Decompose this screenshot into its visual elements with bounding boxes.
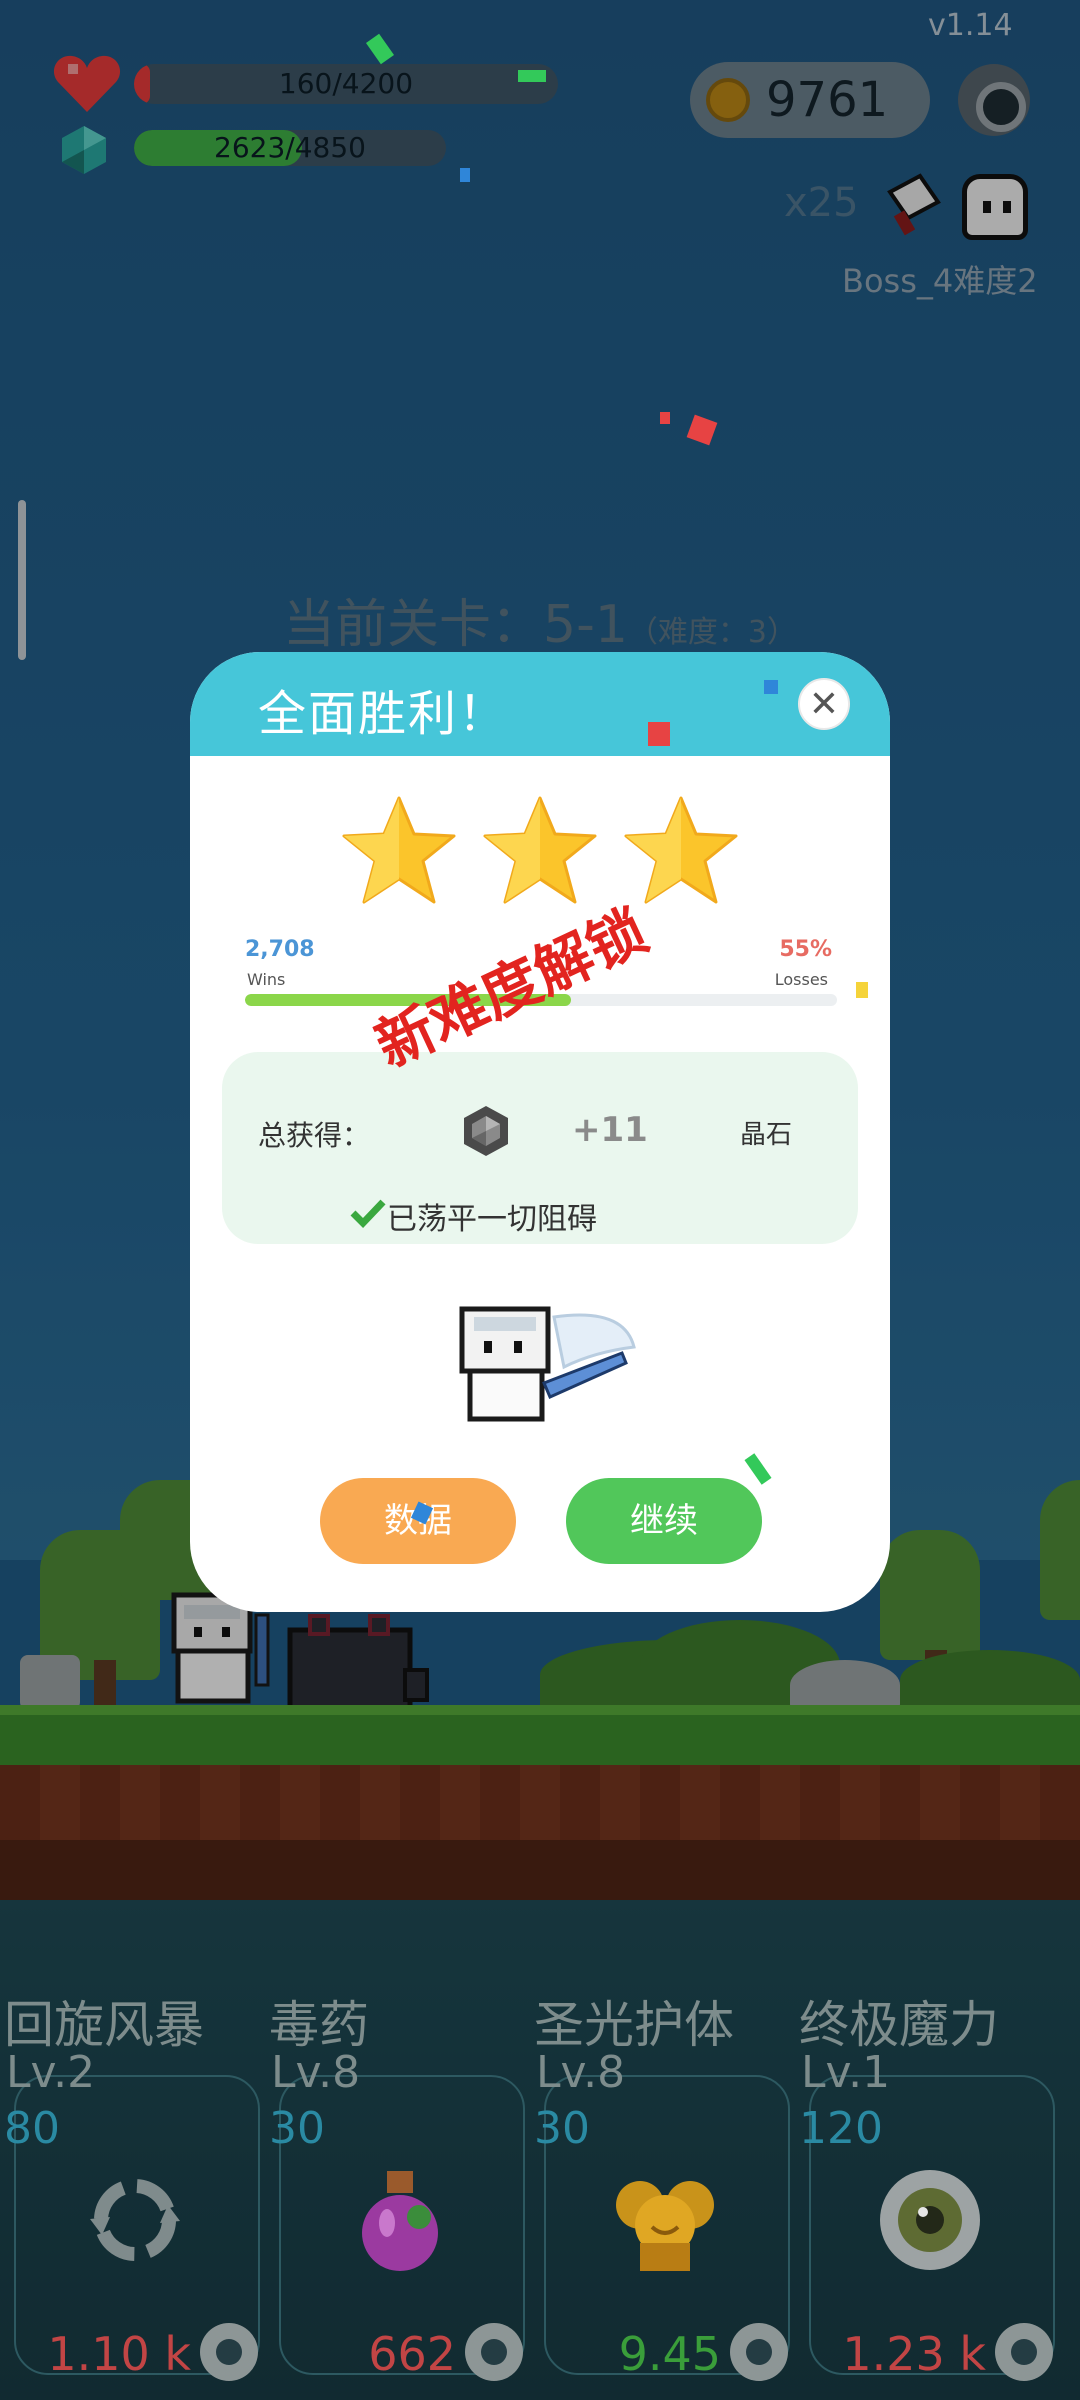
hero-winged-sprite — [459, 1306, 636, 1422]
skill-level: Lv.8 — [271, 2047, 361, 2098]
victory-dialog: 全面胜利！ ✕ 2,708 Wins 55% Losses 总获得： +11 晶… — [190, 652, 890, 1612]
confetti — [648, 722, 670, 746]
dialog-header: 全面胜利！ ✕ — [190, 652, 890, 756]
confetti — [764, 680, 778, 694]
losses-label: Losses — [774, 970, 828, 989]
close-button[interactable]: ✕ — [798, 678, 850, 730]
star-rating — [340, 794, 740, 914]
skill-value: 9.45 — [618, 2327, 721, 2381]
skill-slot-1[interactable]: 回旋风暴 Lv.2 80 1.10 k — [0, 1975, 265, 2400]
check-icon — [350, 1199, 386, 1228]
reward-unit: 晶石 — [740, 1120, 793, 1150]
confetti — [460, 168, 470, 182]
continue-button[interactable]: 继续 — [566, 1478, 762, 1564]
reward-amount: +11 — [572, 1110, 648, 1150]
confetti — [518, 70, 546, 82]
wins-label: Wins — [247, 970, 286, 989]
skill-slot-3[interactable]: 圣光护体 Lv.8 30 9.45 — [530, 1975, 795, 2400]
ultimate-eye-icon — [880, 2170, 980, 2270]
skill-cost: 120 — [799, 2103, 883, 2154]
skill-cost: 30 — [534, 2103, 590, 2154]
skill-upgrade-gear-icon[interactable] — [730, 2323, 788, 2381]
skill-level: Lv.8 — [536, 2047, 626, 2098]
skill-slot-2[interactable]: 毒药 Lv.8 30 662 — [265, 1975, 530, 2400]
whirlwind-icon — [90, 2179, 180, 2261]
skill-slot-4[interactable]: 终极魔力 Lv.1 120 1.23 k — [795, 1975, 1060, 2400]
gem-icon — [464, 1106, 508, 1156]
skill-level: Lv.2 — [6, 2047, 96, 2098]
confetti — [660, 412, 670, 424]
holy-light-icon — [616, 2181, 714, 2271]
skill-upgrade-gear-icon[interactable] — [200, 2323, 258, 2381]
wins-value: 2,708 — [245, 937, 315, 962]
star-icon — [624, 796, 738, 904]
clear-message: 已荡平一切阻碍 — [387, 1202, 597, 1237]
close-icon: ✕ — [808, 684, 840, 725]
confetti — [856, 982, 868, 998]
skill-upgrade-gear-icon[interactable] — [465, 2323, 523, 2381]
skill-cost: 30 — [269, 2103, 325, 2154]
skill-value: 1.10 k — [47, 2327, 191, 2381]
star-icon — [342, 796, 456, 904]
skill-bar: 回旋风暴 Lv.2 80 1.10 k 毒药 Lv.8 30 662 圣光护体 … — [0, 1975, 1080, 2400]
reward-panel: 总获得： +11 晶石 已荡平一切阻碍 — [222, 1052, 858, 1244]
skill-value: 1.23 k — [842, 2327, 986, 2381]
star-icon — [483, 796, 597, 904]
dialog-title: 全面胜利！ — [258, 686, 509, 742]
reward-label: 总获得： — [258, 1119, 371, 1152]
skill-value: 662 — [368, 2327, 456, 2381]
poison-potion-icon — [362, 2171, 438, 2271]
skill-cost: 80 — [4, 2103, 60, 2154]
skill-level: Lv.1 — [801, 2047, 891, 2098]
losses-value: 55% — [779, 937, 832, 962]
skill-upgrade-gear-icon[interactable] — [995, 2323, 1053, 2381]
